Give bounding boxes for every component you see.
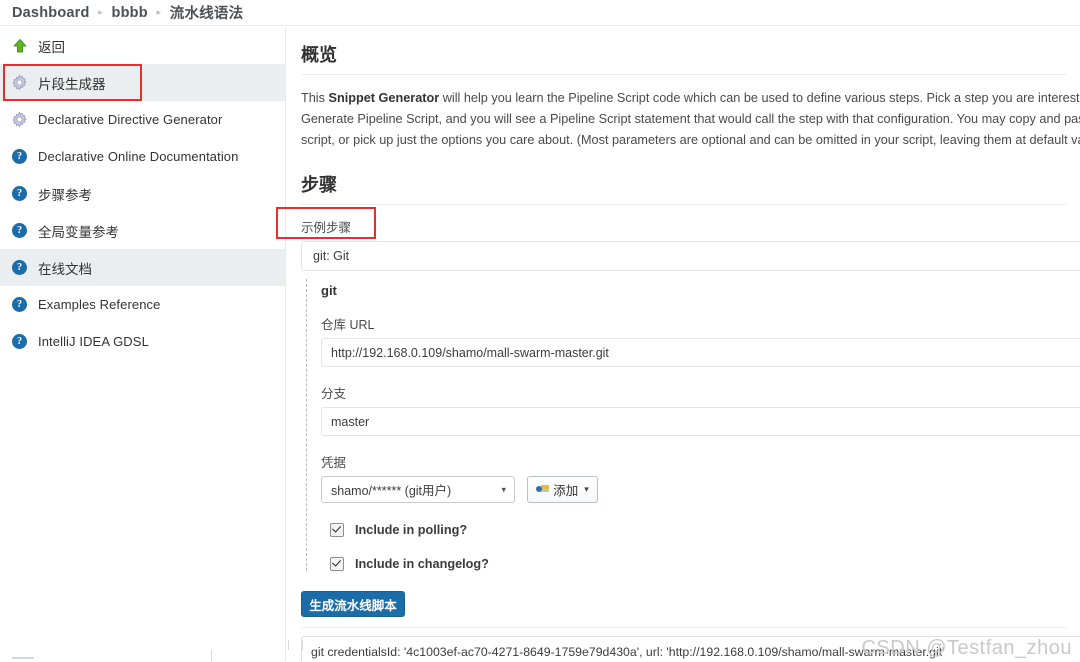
include-polling-row: Include in polling? [321,523,1080,537]
help-icon-glyph: ? [12,186,27,201]
scrollbar-fragment[interactable] [288,640,289,650]
branch-input[interactable]: master [321,407,1080,436]
chevron-down-icon: ▾ [584,484,589,494]
help-icon: ? [11,296,28,313]
sidebar-item-label: Examples Reference [38,297,161,312]
help-icon-glyph: ? [12,149,27,164]
help-icon: ? [11,259,28,276]
scrollbar-fragment[interactable] [211,650,212,662]
up-arrow-icon [11,37,28,54]
sidebar-item-label: 片段生成器 [38,76,106,92]
sample-step-select[interactable]: git: Git [301,241,1080,271]
main-content: 概览 This Snippet Generator will help you … [287,27,1080,662]
sidebar-item-label: 返回 [38,39,65,55]
branch-label: 分支 [321,387,347,401]
sidebar-item-step-reference[interactable]: ? 步骤参考 [0,175,285,212]
breadcrumb-item-job[interactable]: bbbb [112,5,148,21]
sidebar-item-label: Declarative Online Documentation [38,149,239,164]
title-divider [301,74,1066,75]
help-icon: ? [11,222,28,239]
help-icon-glyph: ? [12,260,27,275]
help-icon: ? [11,185,28,202]
credentials-row: shamo/****** (git用户) ▾ 添加 ▾ [321,476,1080,503]
scrollbar-fragment[interactable] [12,657,34,659]
step-name: git [321,283,337,298]
sidebar-item-label: IntelliJ IDEA GDSL [38,334,149,349]
repo-url-input[interactable]: http://192.168.0.109/shamo/mall-swarm-ma… [321,338,1080,367]
include-polling-label: Include in polling? [355,523,468,537]
add-credential-icon [536,485,550,494]
credentials-select[interactable]: shamo/****** (git用户) ▾ [321,476,515,503]
sidebar-item-declarative-online-documentation[interactable]: ? Declarative Online Documentation [0,138,285,175]
breadcrumb-separator-icon: ▸ [156,7,162,17]
gear-icon [11,74,28,91]
help-icon-glyph: ? [12,223,27,238]
gear-icon [11,111,28,128]
sidebar-item-snippet-generator[interactable]: 片段生成器 [0,64,285,101]
steps-divider [301,204,1066,205]
include-changelog-checkbox[interactable] [330,557,344,571]
sidebar-item-label: 在线文档 [38,261,92,277]
sample-step-select-wrap: git: Git [301,241,1080,271]
sidebar-item-label: 全局变量参考 [38,224,119,240]
sidebar-item-global-variable-reference[interactable]: ? 全局变量参考 [0,212,285,249]
output-divider [301,627,1066,628]
steps-title: 步骤 [301,175,337,195]
help-icon: ? [11,148,28,165]
branch-value: master [331,414,370,429]
sidebar-item-back[interactable]: 返回 [0,27,285,64]
chevron-down-icon: ▾ [501,484,506,494]
help-icon: ? [11,333,28,350]
overview-description: This Snippet Generator will help you lea… [301,88,1080,151]
breadcrumb-separator-icon: ▸ [98,7,103,17]
help-icon-glyph: ? [12,334,27,349]
step-config-panel: git 仓库 URL http://192.168.0.109/shamo/ma… [306,279,1080,571]
include-polling-checkbox[interactable] [330,523,344,537]
include-changelog-label: Include in changelog? [355,557,489,571]
page-title: 概览 [301,45,337,65]
watermark: CSDN @Testfan_zhou [861,637,1072,659]
help-icon-glyph: ? [12,297,27,312]
app-screen: Dashboard ▸ bbbb ▸ 流水线语法 返回 片段生成器 Declar… [0,0,1080,662]
scrollbar-fragment[interactable] [302,640,303,650]
repo-url-value: http://192.168.0.109/shamo/mall-swarm-ma… [331,345,609,360]
generated-script-text: git credentialsId: '4c1003ef-ac70-4271-8… [311,645,945,659]
credentials-value: shamo/****** (git用户) [331,484,452,498]
description-lead: This [301,91,329,105]
sidebar-item-label: Declarative Directive Generator [38,112,223,127]
repo-url-label: 仓库 URL [321,318,375,332]
include-changelog-row: Include in changelog? [321,557,1080,571]
breadcrumb: Dashboard ▸ bbbb ▸ 流水线语法 [0,0,1080,26]
sidebar-item-online-documentation[interactable]: ? 在线文档 [0,249,285,286]
generate-button-label: 生成流水线脚本 [309,598,397,613]
sidebar: 返回 片段生成器 Declarative Directive Generator [0,27,286,662]
sidebar-item-intellij-idea-gdsl[interactable]: ? IntelliJ IDEA GDSL [0,323,285,360]
sidebar-item-label: 步骤参考 [38,187,92,203]
credentials-label: 凭据 [321,456,347,470]
sample-step-select-value: git: Git [313,249,350,263]
sidebar-item-examples-reference[interactable]: ? Examples Reference [0,286,285,323]
sample-step-label: 示例步骤 [301,221,352,235]
add-credentials-button[interactable]: 添加 ▾ [527,476,598,503]
breadcrumb-item-dashboard[interactable]: Dashboard [12,5,90,21]
sidebar-item-declarative-directive-generator[interactable]: Declarative Directive Generator [0,101,285,138]
breadcrumb-item-pipeline-syntax[interactable]: 流水线语法 [170,2,244,23]
generate-pipeline-script-button[interactable]: 生成流水线脚本 [301,591,405,617]
description-emphasis: Snippet Generator [328,91,440,105]
add-button-label: 添加 [553,484,579,498]
